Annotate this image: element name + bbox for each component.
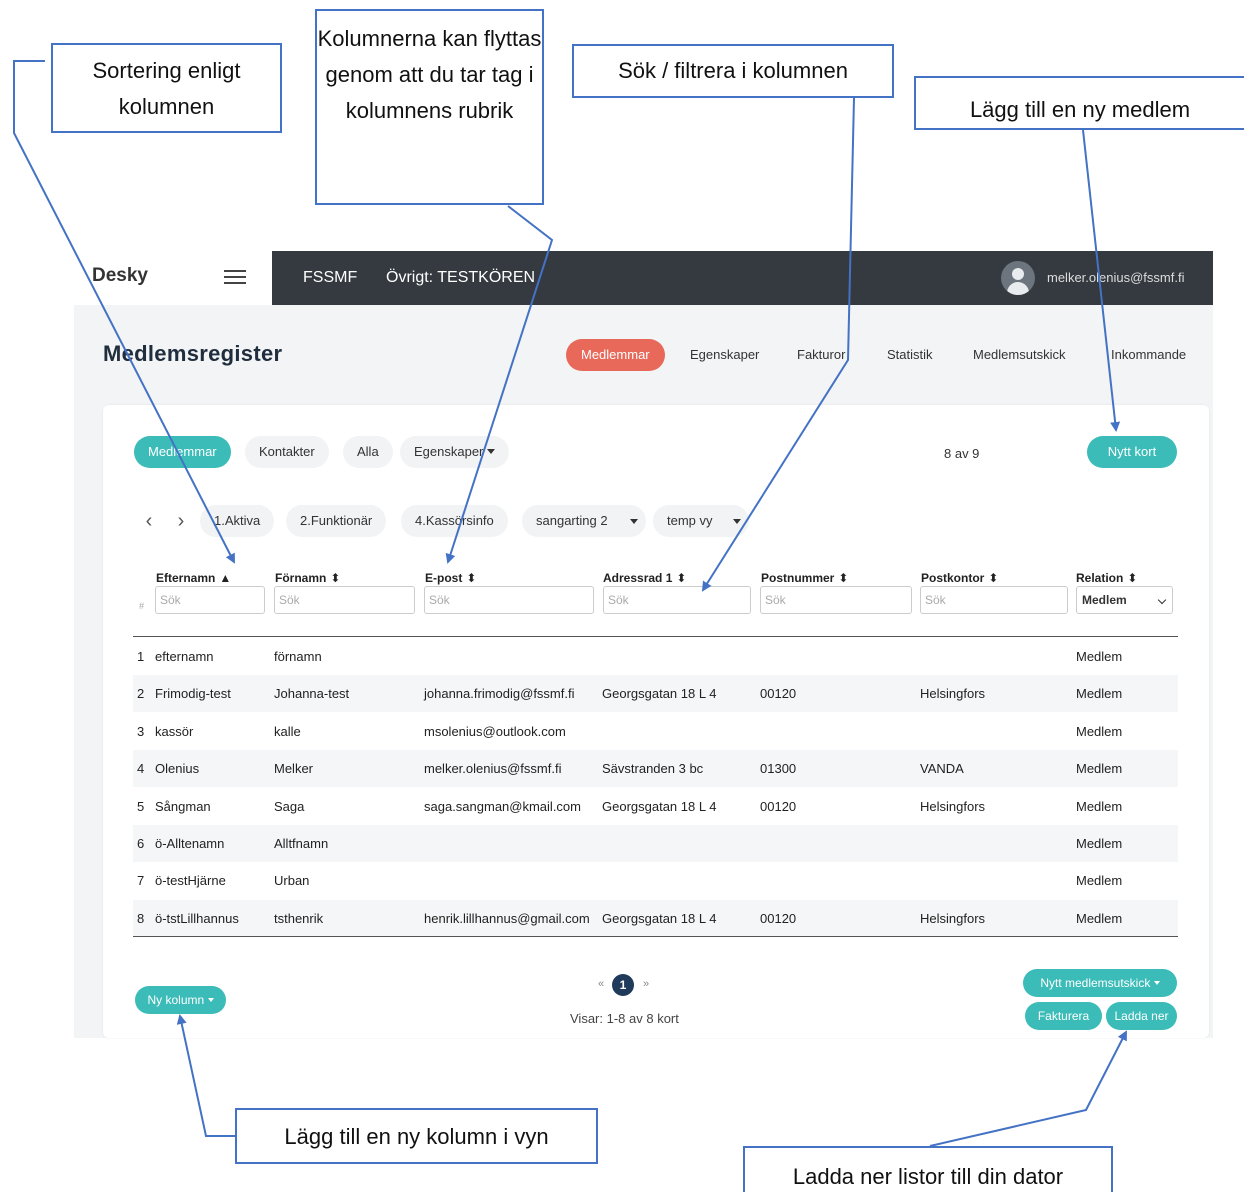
- arrow-add-column: [176, 1014, 235, 1137]
- arrow-move-columns: [445, 205, 554, 564]
- arrow-sorting: [13, 60, 235, 564]
- arrow-download: [929, 1030, 1127, 1147]
- arrow-add-member: [1082, 129, 1121, 432]
- annotation-arrows: [13, 60, 1127, 1147]
- arrow-search-filter: [701, 97, 855, 592]
